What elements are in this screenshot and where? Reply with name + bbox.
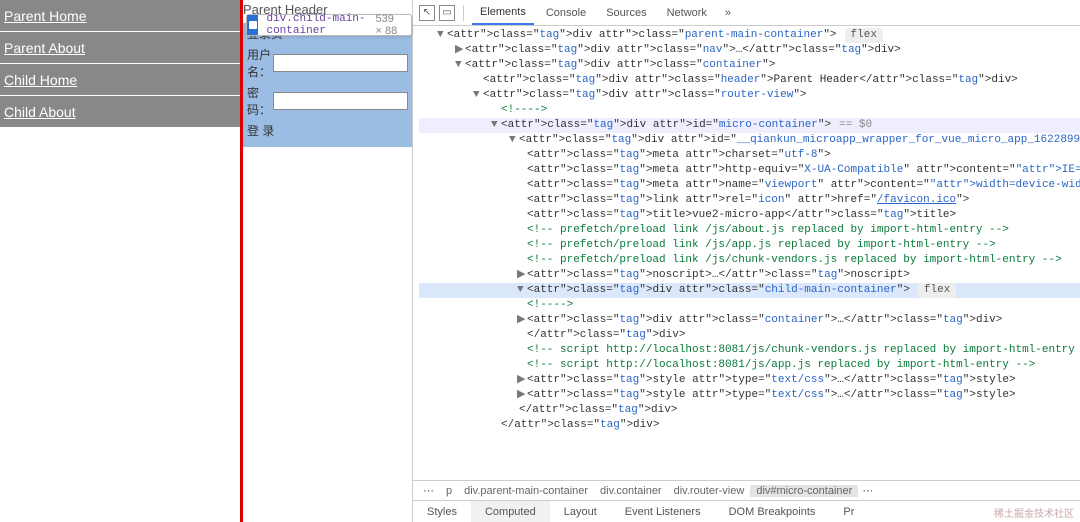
subtab-computed[interactable]: Computed [471,501,550,522]
inspect-tooltip-dimensions: 539 × 88 [376,13,412,37]
password-input[interactable] [273,92,408,110]
inspect-tooltip: div.child-main-container 539 × 88 [246,14,412,36]
inspect-element-icon[interactable]: ↖ [419,5,435,21]
breadcrumb-item[interactable]: div.container [594,485,668,497]
tabs-more-icon[interactable]: » [719,7,737,19]
page-content: Parent Home Parent About Child Home Chil… [0,0,412,522]
username-label: 用户名： [247,46,271,80]
login-button[interactable]: 登 录 [247,120,274,141]
breadcrumb-item[interactable]: div.parent-main-container [458,485,594,497]
subtab-event-listeners[interactable]: Event Listeners [611,501,715,522]
tab-network[interactable]: Network [659,0,715,25]
subtab-styles[interactable]: Styles [413,501,471,522]
breadcrumb-item[interactable]: div.router-view [668,485,751,497]
sidebar-item-parent-home[interactable]: Parent Home [0,0,240,32]
devtools-panel: ↖ ▭ Elements Console Sources Network » ▲… [412,0,1080,522]
password-label: 密 码： [247,84,271,118]
inspect-tooltip-icon [247,15,258,35]
toggle-device-icon[interactable]: ▭ [439,5,455,21]
tab-elements[interactable]: Elements [472,0,534,25]
username-input[interactable] [273,54,408,72]
toolbar-separator [463,5,464,21]
subtab-dom-breakpoints[interactable]: DOM Breakpoints [715,501,830,522]
dom-tree[interactable]: ▼<attr">class="tag">div attr">class="par… [413,26,1080,480]
breadcrumb-collapsed[interactable]: ⋯ [417,484,440,497]
tab-sources[interactable]: Sources [598,0,654,25]
app-viewport: Parent Home Parent About Child Home Chil… [0,0,1080,522]
styles-subtabs: Styles Computed Layout Event Listeners D… [413,500,1080,522]
inspect-tooltip-selector: div.child-main-container [258,13,375,37]
subtab-more[interactable]: Pr [829,501,868,522]
sidebar-nav: Parent Home Parent About Child Home Chil… [0,0,240,522]
sidebar-item-child-about[interactable]: Child About [0,96,240,128]
devtools-toolbar: ↖ ▭ Elements Console Sources Network » ▲… [413,0,1080,26]
sidebar-item-parent-about[interactable]: Parent About [0,32,240,64]
subtab-layout[interactable]: Layout [550,501,611,522]
breadcrumb-more[interactable]: ⋯ [858,484,877,497]
sidebar-item-child-home[interactable]: Child Home [0,64,240,96]
child-main-container: 登录页 用户名： 密 码： 登 录 [243,23,412,147]
breadcrumb-item[interactable]: p [440,485,458,497]
watermark: 稀土掘金技术社区 [994,505,1074,520]
breadcrumb-item[interactable]: div#micro-container [750,485,858,497]
tab-console[interactable]: Console [538,0,594,25]
dom-breadcrumb: ⋯ p div.parent-main-container div.contai… [413,480,1080,500]
